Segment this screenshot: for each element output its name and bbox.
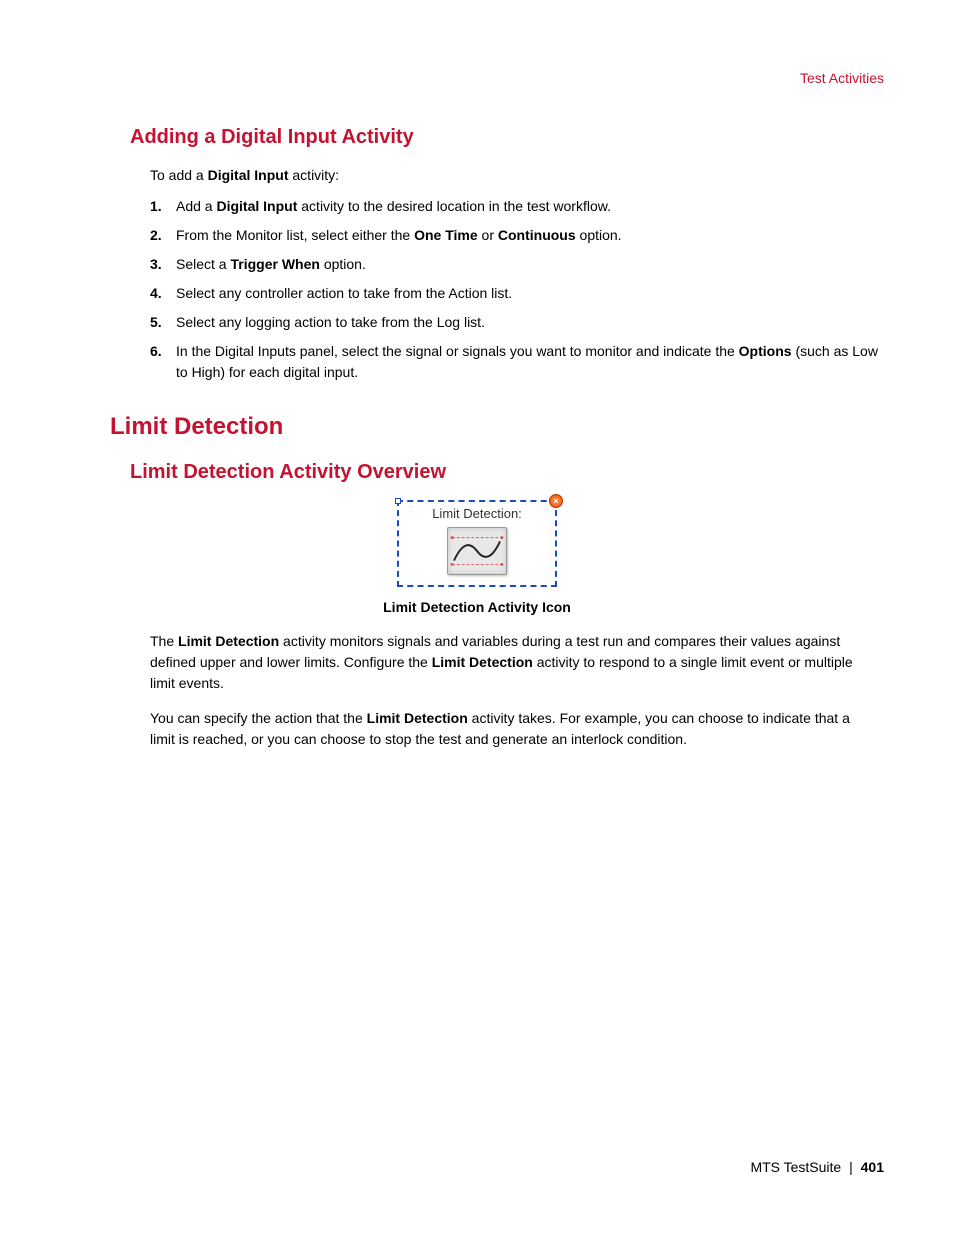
body-paragraph-2: You can specify the action that the Limi… (150, 708, 874, 750)
body-paragraph-1: The Limit Detection activity monitors si… (150, 631, 874, 694)
bold-text: Trigger When (230, 256, 319, 272)
text: or (478, 227, 498, 243)
list-item: 1. Add a Digital Input activity to the d… (150, 196, 884, 217)
list-number: 5. (150, 312, 170, 333)
intro-bold: Digital Input (208, 167, 289, 183)
heading-limit-detection-overview: Limit Detection Activity Overview (130, 461, 884, 484)
text: You can specify the action that the (150, 710, 367, 726)
steps-list: 1. Add a Digital Input activity to the d… (150, 196, 884, 383)
list-item: 2. From the Monitor list, select either … (150, 225, 884, 246)
bold-text: Limit Detection (367, 710, 468, 726)
bold-text: Options (739, 343, 792, 359)
figure-caption: Limit Detection Activity Icon (70, 599, 884, 615)
limit-detection-icon (447, 527, 507, 575)
list-item: 3. Select a Trigger When option. (150, 254, 884, 275)
page-footer: MTS TestSuite | 401 (750, 1159, 884, 1175)
bold-text: Continuous (498, 227, 576, 243)
bold-text: Limit Detection (178, 633, 279, 649)
list-number: 1. (150, 196, 170, 217)
text: In the Digital Inputs panel, select the … (176, 343, 739, 359)
text: option. (576, 227, 622, 243)
list-content: From the Monitor list, select either the… (176, 225, 884, 246)
footer-product: MTS TestSuite (750, 1159, 841, 1175)
activity-icon-label: Limit Detection: (409, 506, 545, 521)
list-number: 6. (150, 341, 170, 362)
list-content: Select a Trigger When option. (176, 254, 884, 275)
text: activity to the desired location in the … (297, 198, 611, 214)
heading-limit-detection: Limit Detection (110, 413, 884, 441)
heading-adding-digital-input: Adding a Digital Input Activity (130, 126, 884, 149)
list-content: In the Digital Inputs panel, select the … (176, 341, 884, 383)
bold-text: One Time (414, 227, 478, 243)
list-content: Add a Digital Input activity to the desi… (176, 196, 884, 217)
bold-text: Digital Input (216, 198, 297, 214)
bold-text: Limit Detection (432, 654, 533, 670)
list-item: 5. Select any logging action to take fro… (150, 312, 884, 333)
list-number: 4. (150, 283, 170, 304)
intro-pre: To add a (150, 167, 208, 183)
selection-handle-icon (395, 498, 401, 504)
activity-icon-box: × Limit Detection: (397, 500, 557, 587)
text: Add a (176, 198, 216, 214)
text: option. (320, 256, 366, 272)
list-content: Select any controller action to take fro… (176, 283, 884, 304)
list-item: 6. In the Digital Inputs panel, select t… (150, 341, 884, 383)
list-content: Select any logging action to take from t… (176, 312, 884, 333)
list-number: 3. (150, 254, 170, 275)
header-section-link[interactable]: Test Activities (70, 70, 884, 86)
list-item: 4. Select any controller action to take … (150, 283, 884, 304)
list-number: 2. (150, 225, 170, 246)
footer-separator: | (849, 1159, 853, 1175)
page-number: 401 (861, 1159, 884, 1175)
text: Select any controller action to take fro… (176, 285, 512, 301)
intro-post: activity: (289, 167, 340, 183)
text: From the Monitor list, select either the (176, 227, 414, 243)
intro-paragraph: To add a Digital Input activity: (150, 165, 884, 186)
text: Select any logging action to take from t… (176, 314, 485, 330)
close-icon: × (549, 494, 563, 508)
text: The (150, 633, 178, 649)
text: Select a (176, 256, 230, 272)
limit-detection-figure: × Limit Detection: Limit Detection Activ… (70, 500, 884, 615)
